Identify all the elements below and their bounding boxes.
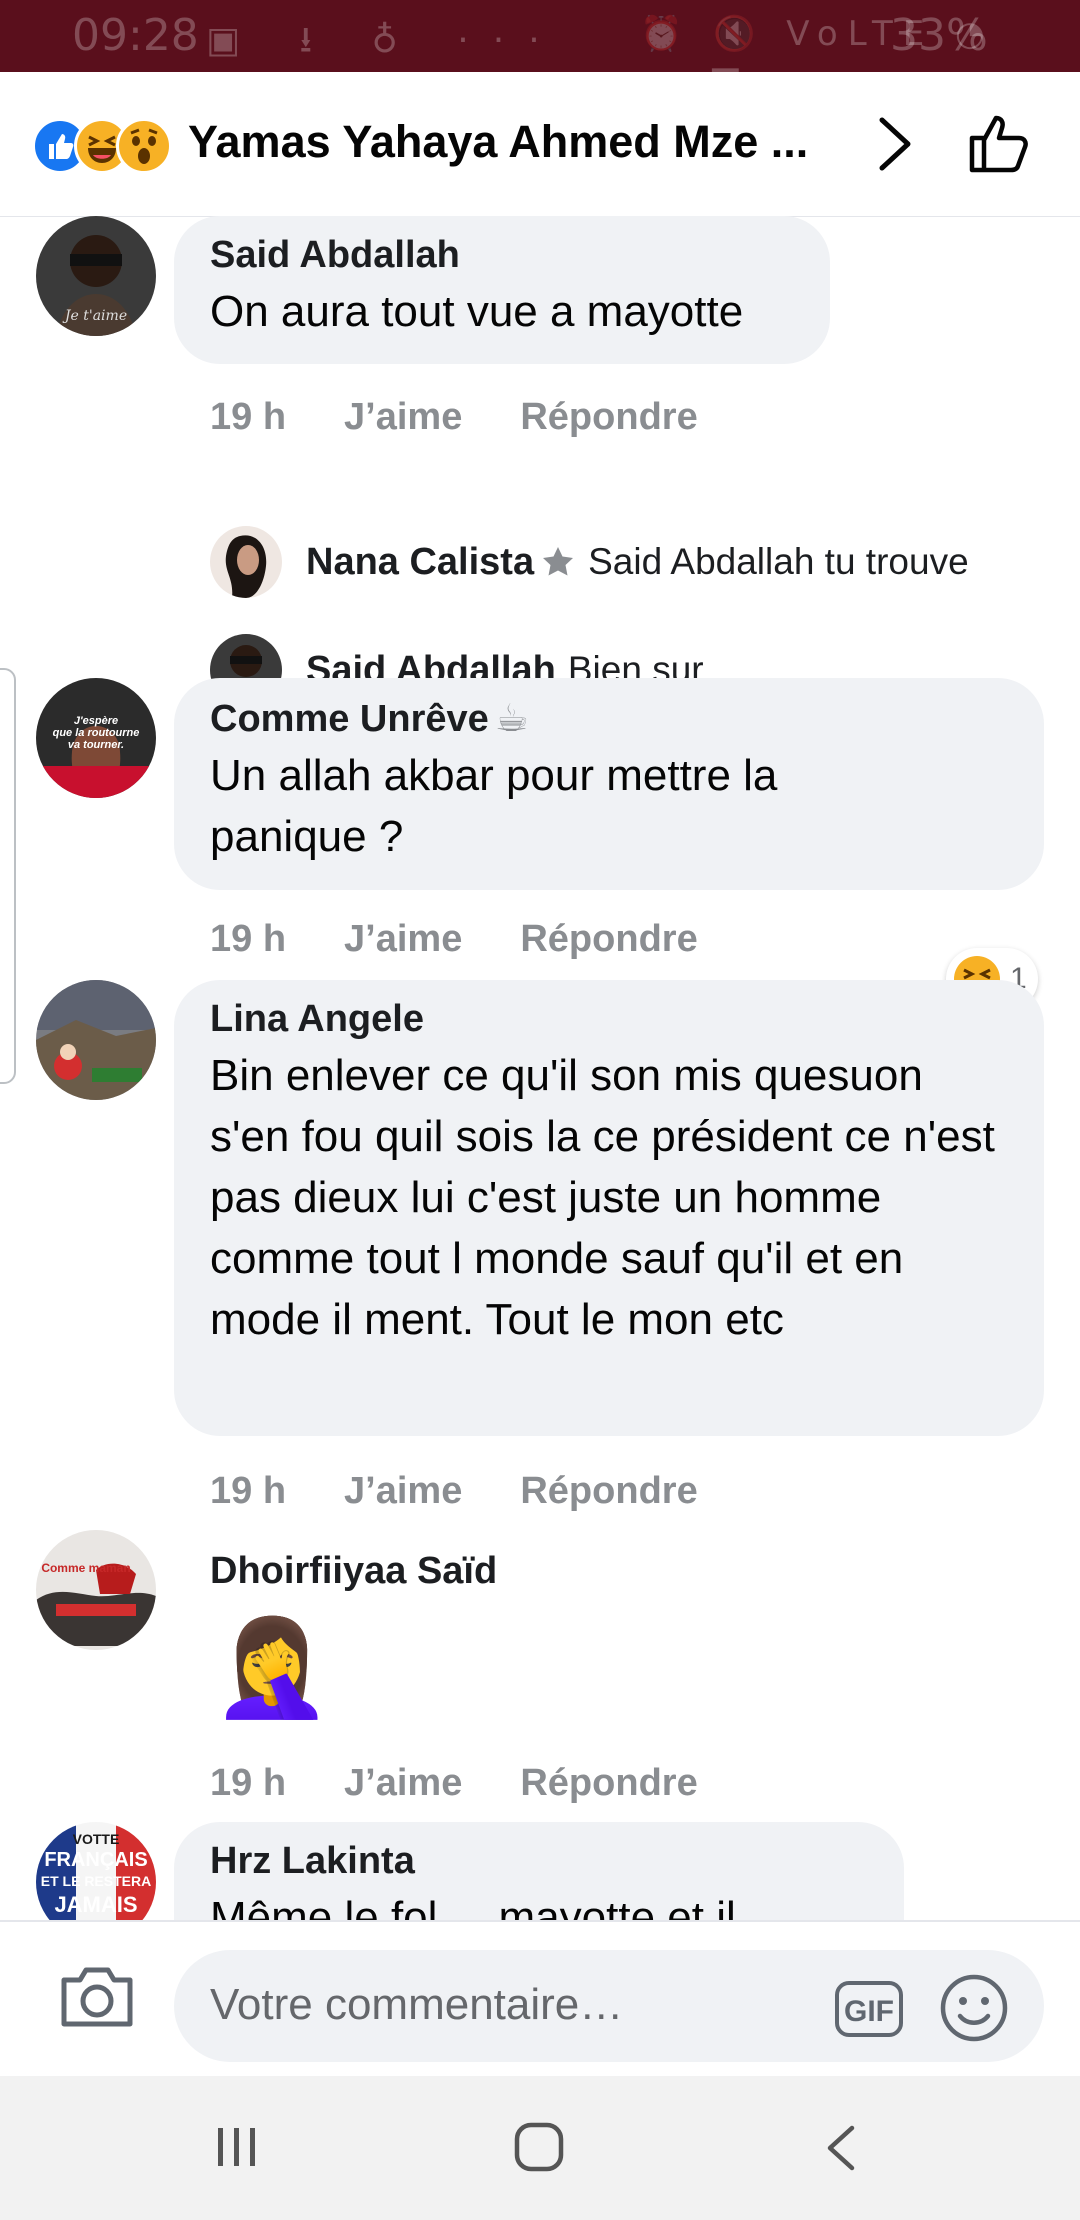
comment-bubble[interactable]: Lina Angele Bin enlever ce qu'il son mis… (174, 980, 1044, 1436)
avatar[interactable]: Comme maman (36, 1530, 156, 1650)
like-link[interactable]: J’aime (344, 1470, 462, 1512)
facepalm-sticker: 🤦‍♀️ (212, 1611, 332, 1723)
svg-text:VOTTE: VOTTE (73, 1831, 120, 1847)
comments-header: Yamas Yahaya Ahmed Mze ... (0, 72, 1080, 217)
svg-text:va tourner.: va tourner. (68, 739, 124, 751)
status-bar: 09:28 ▣ ⭳ ♁ ··· ⏰ 🔇 VoLTE ◔ ▁▃▅ 33% (0, 0, 1080, 94)
reply-link[interactable]: Répondre (520, 918, 697, 960)
comment-text: Même le fol ... mayotte et il (210, 1893, 736, 1920)
coffee-icon: ☕ (494, 696, 529, 740)
reply-text: Said Abdallah tu trouve (588, 541, 969, 582)
status-time: 09:28 (72, 10, 199, 61)
comment-actions: 19 h J’aime Répondre (210, 1762, 756, 1805)
comment-time: 19 h (210, 396, 287, 438)
avatar[interactable]: Je t'aime (36, 216, 156, 336)
comment-bubble[interactable]: Comme Unrêve ☕ Un allah akbar pour mettre… (174, 678, 1044, 890)
comment-input[interactable]: Votre commentaire… GIF (174, 1950, 1044, 2062)
scroll-edge-handle (0, 668, 16, 1084)
system-nav-bar (0, 2076, 1080, 2220)
comment-text: Bin enlever ce qu'il son mis quesuon s'e… (210, 1051, 995, 1344)
reply-author[interactable]: Nana Calista (306, 541, 534, 584)
comment-author[interactable]: Comme Unrêve ☕ (210, 696, 1008, 741)
comments-sheet: Yamas Yahaya Ahmed Mze ... Je t'aime Sai… (0, 72, 1080, 2220)
star-badge-icon (543, 547, 574, 576)
back-icon[interactable] (820, 2122, 860, 2174)
chevron-right-icon[interactable] (870, 112, 920, 176)
like-link[interactable]: J’aime (344, 1762, 462, 1804)
wow-icon (116, 118, 172, 174)
comment-placeholder: Votre commentaire… (210, 1980, 624, 2029)
svg-text:ET LE RESTERA: ET LE RESTERA (41, 1873, 151, 1889)
post-author-title[interactable]: Yamas Yahaya Ahmed Mze ... (188, 116, 838, 168)
comment-author[interactable]: Lina Angele (210, 998, 1008, 1041)
camera-icon[interactable] (58, 1964, 136, 2030)
thumbs-up-icon[interactable] (966, 110, 1032, 176)
comment-actions: 19 h J’aime Répondre (210, 1470, 756, 1513)
battery-level: 33% (890, 10, 988, 61)
avatar[interactable] (36, 980, 156, 1100)
comment-actions: 19 h J’aime Répondre (210, 396, 756, 439)
notification-icons: ▣ ⭳ ♁ ··· (206, 20, 564, 61)
comment-input-bar: Votre commentaire… GIF (0, 1920, 1080, 2070)
svg-text:Je t'aime: Je t'aime (62, 308, 127, 324)
reply-link[interactable]: Répondre (520, 1762, 697, 1804)
emoji-icon[interactable] (938, 1972, 1010, 2044)
recent-apps-icon[interactable] (212, 2122, 262, 2172)
home-icon[interactable] (512, 2120, 566, 2174)
comment-actions: 19 h J’aime Répondre (210, 918, 756, 961)
reply-link[interactable]: Répondre (520, 1470, 697, 1512)
svg-text:Comme maman: Comme maman (41, 1561, 130, 1575)
comment-bubble[interactable]: Said Abdallah On aura tout vue a mayotte (174, 216, 830, 364)
comment-time: 19 h (210, 918, 287, 960)
like-link[interactable]: J’aime (344, 396, 462, 438)
comment-time: 19 h (210, 1470, 287, 1512)
comment-time: 19 h (210, 1762, 287, 1804)
svg-text:que la routourne: que la routourne (53, 727, 140, 739)
comment-text: On aura tout vue a mayotte (210, 287, 744, 336)
comment-author[interactable]: Dhoirfiiyaa Saïd (210, 1550, 497, 1593)
avatar[interactable]: VOTTE FRANÇAIS ET LE RESTERA JAMAIS (36, 1822, 156, 1920)
reply-item[interactable]: Nana Calista Said Abdallah tu trouve (210, 526, 969, 598)
svg-text:JAMAIS: JAMAIS (54, 1892, 137, 1917)
comment-author[interactable]: Said Abdallah (210, 234, 794, 277)
svg-text:FRANÇAIS: FRANÇAIS (44, 1849, 147, 1871)
reply-link[interactable]: Répondre (520, 396, 697, 438)
comment-bubble[interactable]: Hrz Lakinta Même le fol ... mayotte et i… (174, 1822, 904, 1920)
gif-icon[interactable]: GIF (834, 1980, 904, 2038)
svg-text:J'espère: J'espère (74, 715, 118, 727)
comment-text: Un allah akbar pour mettre la panique ? (210, 751, 778, 861)
comments-list: Je t'aime Said Abdallah On aura tout vue… (0, 216, 1080, 1920)
author-name[interactable]: Comme Unrêve (210, 698, 489, 740)
like-link[interactable]: J’aime (344, 918, 462, 960)
comment-author[interactable]: Hrz Lakinta (210, 1840, 868, 1883)
avatar[interactable] (210, 526, 282, 598)
avatar[interactable]: J'espère que la routourne va tourner. (36, 678, 156, 798)
gif-label: GIF (844, 1995, 894, 2028)
